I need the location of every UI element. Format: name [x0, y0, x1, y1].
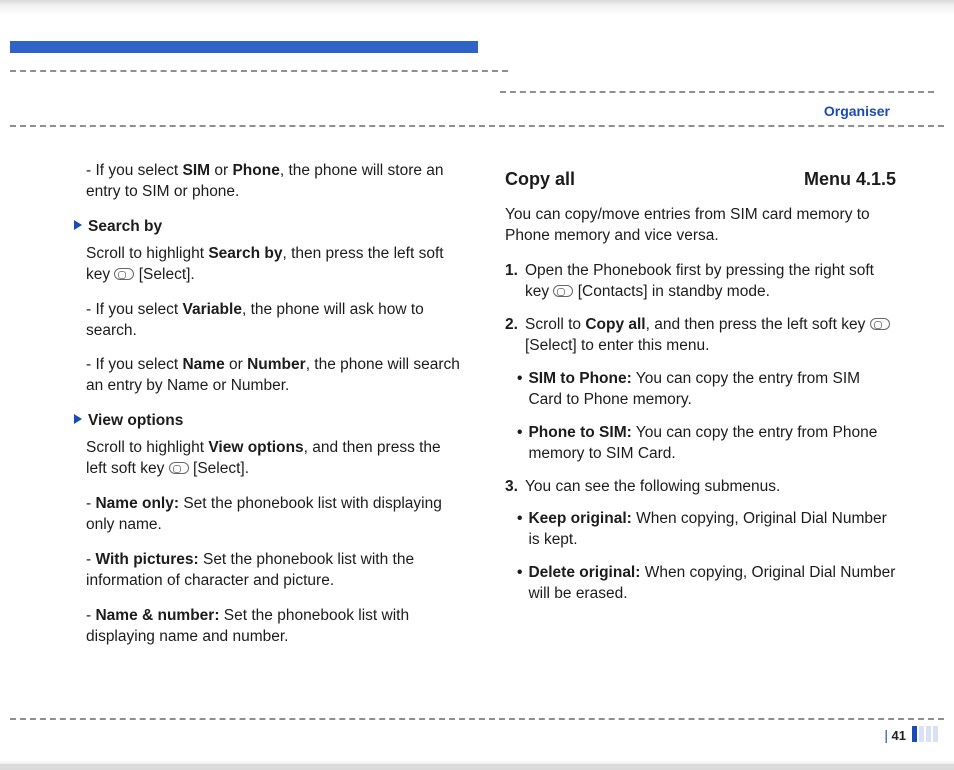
list-item: - If you select Variable, the phone will… [86, 300, 465, 342]
softkey-icon [870, 318, 890, 330]
paragraph: You can copy/move entries from SIM card … [505, 205, 896, 247]
bullet-item: •SIM to Phone: You can copy the entry fr… [517, 369, 896, 411]
triangle-icon [74, 414, 82, 424]
list-item: - Name only: Set the phonebook list with… [86, 494, 465, 536]
step-item: 2. Scroll to Copy all, and then press th… [505, 315, 896, 357]
paragraph: Scroll to highlight View options, and th… [86, 438, 465, 480]
subheading-view-options: View options [74, 411, 465, 432]
bullet-item: •Keep original: When copying, Original D… [517, 509, 896, 551]
softkey-icon [114, 268, 134, 280]
header-bar [10, 41, 944, 59]
paragraph: Scroll to highlight Search by, then pres… [86, 244, 465, 286]
header-dash-left [10, 70, 508, 72]
triangle-icon [74, 220, 82, 230]
page-separator-icon: | [884, 727, 888, 743]
list-item: - If you select SIM or Phone, the phone … [86, 161, 465, 203]
subheading-search-by: Search by [74, 217, 465, 238]
list-item: - With pictures: Set the phonebook list … [86, 550, 465, 592]
list-item: - Name & number: Set the phonebook list … [86, 606, 465, 648]
left-column: - If you select SIM or Phone, the phone … [74, 161, 465, 662]
step-item: 3. You can see the following submenus. [505, 477, 896, 498]
page-number: 41 [892, 728, 906, 743]
bullet-item: •Phone to SIM: You can copy the entry fr… [517, 423, 896, 465]
content-area: - If you select SIM or Phone, the phone … [10, 125, 944, 724]
header-accent-left [10, 41, 478, 53]
section-heading: Copy all Menu 4.1.5 [505, 167, 896, 191]
footer-gradient [0, 760, 954, 770]
section-label: Organiser [824, 103, 890, 119]
list-item: - If you select Name or Number, the phon… [86, 355, 465, 397]
right-column: Copy all Menu 4.1.5 You can copy/move en… [505, 161, 896, 662]
step-item: 1. Open the Phonebook first by pressing … [505, 261, 896, 303]
menu-number: Menu 4.1.5 [804, 167, 896, 191]
bullet-item: •Delete original: When copying, Original… [517, 563, 896, 605]
softkey-icon [169, 462, 189, 474]
section-tabs-icon [912, 726, 938, 742]
section-title: Copy all [505, 167, 575, 191]
header-dash-right [500, 91, 934, 93]
footer: | 41 [10, 718, 944, 754]
softkey-icon [553, 285, 573, 297]
